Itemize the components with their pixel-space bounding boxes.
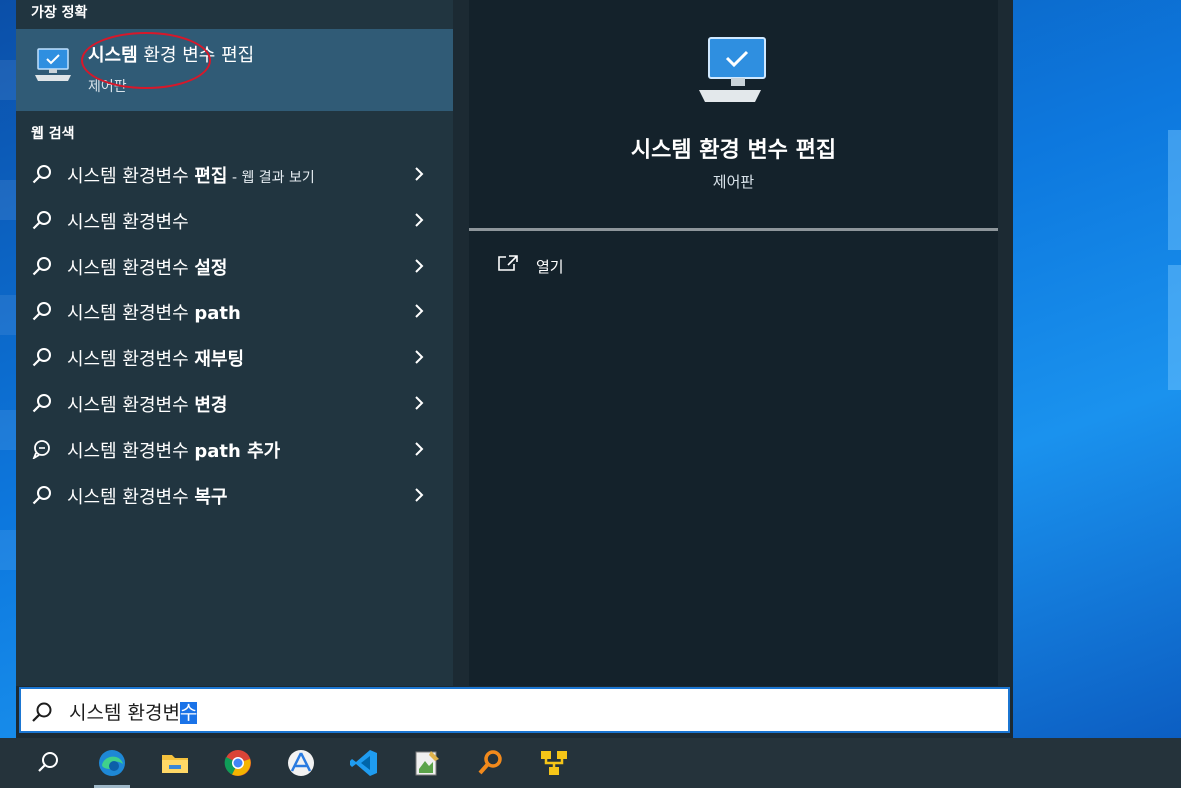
taskbar-edge[interactable]	[82, 738, 142, 788]
chevron-right-icon	[415, 487, 424, 502]
web-search-results: 시스템 환경변수 편집 - 웹 결과 보기 시스템 환경변수 시스템 환경변수 …	[16, 152, 453, 518]
chevron-right-icon	[415, 213, 424, 227]
web-result-item[interactable]: 시스템 환경변수 복구	[16, 473, 453, 519]
chevron-right-icon	[415, 350, 424, 364]
open-icon	[498, 255, 518, 271]
system-monitor-icon	[699, 37, 766, 102]
preview-pane: 시스템 환경 변수 편집 제어판 열기	[469, 0, 998, 686]
chrome-icon	[224, 750, 251, 776]
vscode-icon	[350, 750, 377, 776]
search-query-text: 시스템 환경변수	[69, 702, 198, 724]
taskbar-vscode[interactable]	[334, 738, 394, 788]
preview-subtitle: 제어판	[712, 173, 755, 191]
open-label: 열기	[536, 258, 564, 276]
search-icon	[32, 256, 51, 275]
search-icon	[38, 752, 58, 772]
web-result-item[interactable]: 시스템 환경변수	[16, 198, 453, 244]
web-result-item[interactable]: 시스템 환경변수 설정	[16, 244, 453, 290]
taskbar-chrome[interactable]	[208, 738, 268, 788]
results-pane: 가장 정확 시스템 환경 변수 편집 제어판 웹 검색 시스템 환경변수 편집 …	[16, 0, 453, 686]
search-icon	[32, 165, 51, 184]
system-monitor-icon	[35, 48, 71, 81]
web-result-item[interactable]: 시스템 환경변수 path 추가	[16, 427, 453, 473]
web-result-item[interactable]: 시스템 환경변수 편집 - 웹 결과 보기	[16, 152, 453, 198]
taskbar-network-tool[interactable]	[524, 738, 584, 788]
preview-title: 시스템 환경 변수 편집	[630, 138, 837, 163]
start-search-menu: 가장 정확 시스템 환경 변수 편집 제어판 웹 검색 시스템 환경변수 편집 …	[16, 0, 1013, 738]
web-search-label: 웹 검색	[31, 126, 75, 142]
taskbar-search-tool[interactable]	[460, 738, 520, 788]
chevron-right-icon	[415, 396, 424, 410]
best-match-label: 가장 정확	[31, 5, 88, 21]
search-icon	[32, 348, 51, 367]
chevron-right-icon	[415, 258, 424, 273]
taskbar-notepad[interactable]	[397, 738, 457, 788]
network-tool-icon	[541, 751, 567, 775]
search-icon	[32, 702, 52, 722]
web-result-item[interactable]: 시스템 환경변수 재부팅	[16, 335, 453, 381]
search-input[interactable]: 시스템 환경변수	[19, 687, 1010, 733]
taskbar	[0, 738, 1181, 788]
taskbar-file-explorer[interactable]	[145, 738, 205, 788]
search-icon	[32, 485, 51, 504]
chat-search-icon	[32, 439, 50, 459]
notepad-icon	[415, 751, 439, 776]
chevron-right-icon	[415, 167, 424, 181]
web-result-item[interactable]: 시스템 환경변수 path	[16, 289, 453, 335]
folder-icon	[162, 755, 188, 773]
search-icon	[32, 393, 51, 413]
taskbar-app-store[interactable]	[271, 738, 331, 788]
edge-icon	[99, 750, 125, 776]
open-action[interactable]: 열기	[497, 252, 697, 280]
best-match-result[interactable]: 시스템 환경 변수 편집 제어판	[16, 29, 453, 111]
chevron-right-icon	[415, 304, 424, 319]
chevron-right-icon	[415, 442, 424, 456]
divider	[469, 228, 998, 231]
search-icon	[32, 302, 51, 321]
annotation-circle	[81, 32, 211, 89]
app-store-icon	[288, 750, 314, 776]
magnifier-icon	[478, 750, 502, 775]
taskbar-search[interactable]	[18, 738, 78, 788]
web-result-item[interactable]: 시스템 환경변수 변경	[16, 381, 453, 427]
search-icon	[32, 210, 51, 230]
